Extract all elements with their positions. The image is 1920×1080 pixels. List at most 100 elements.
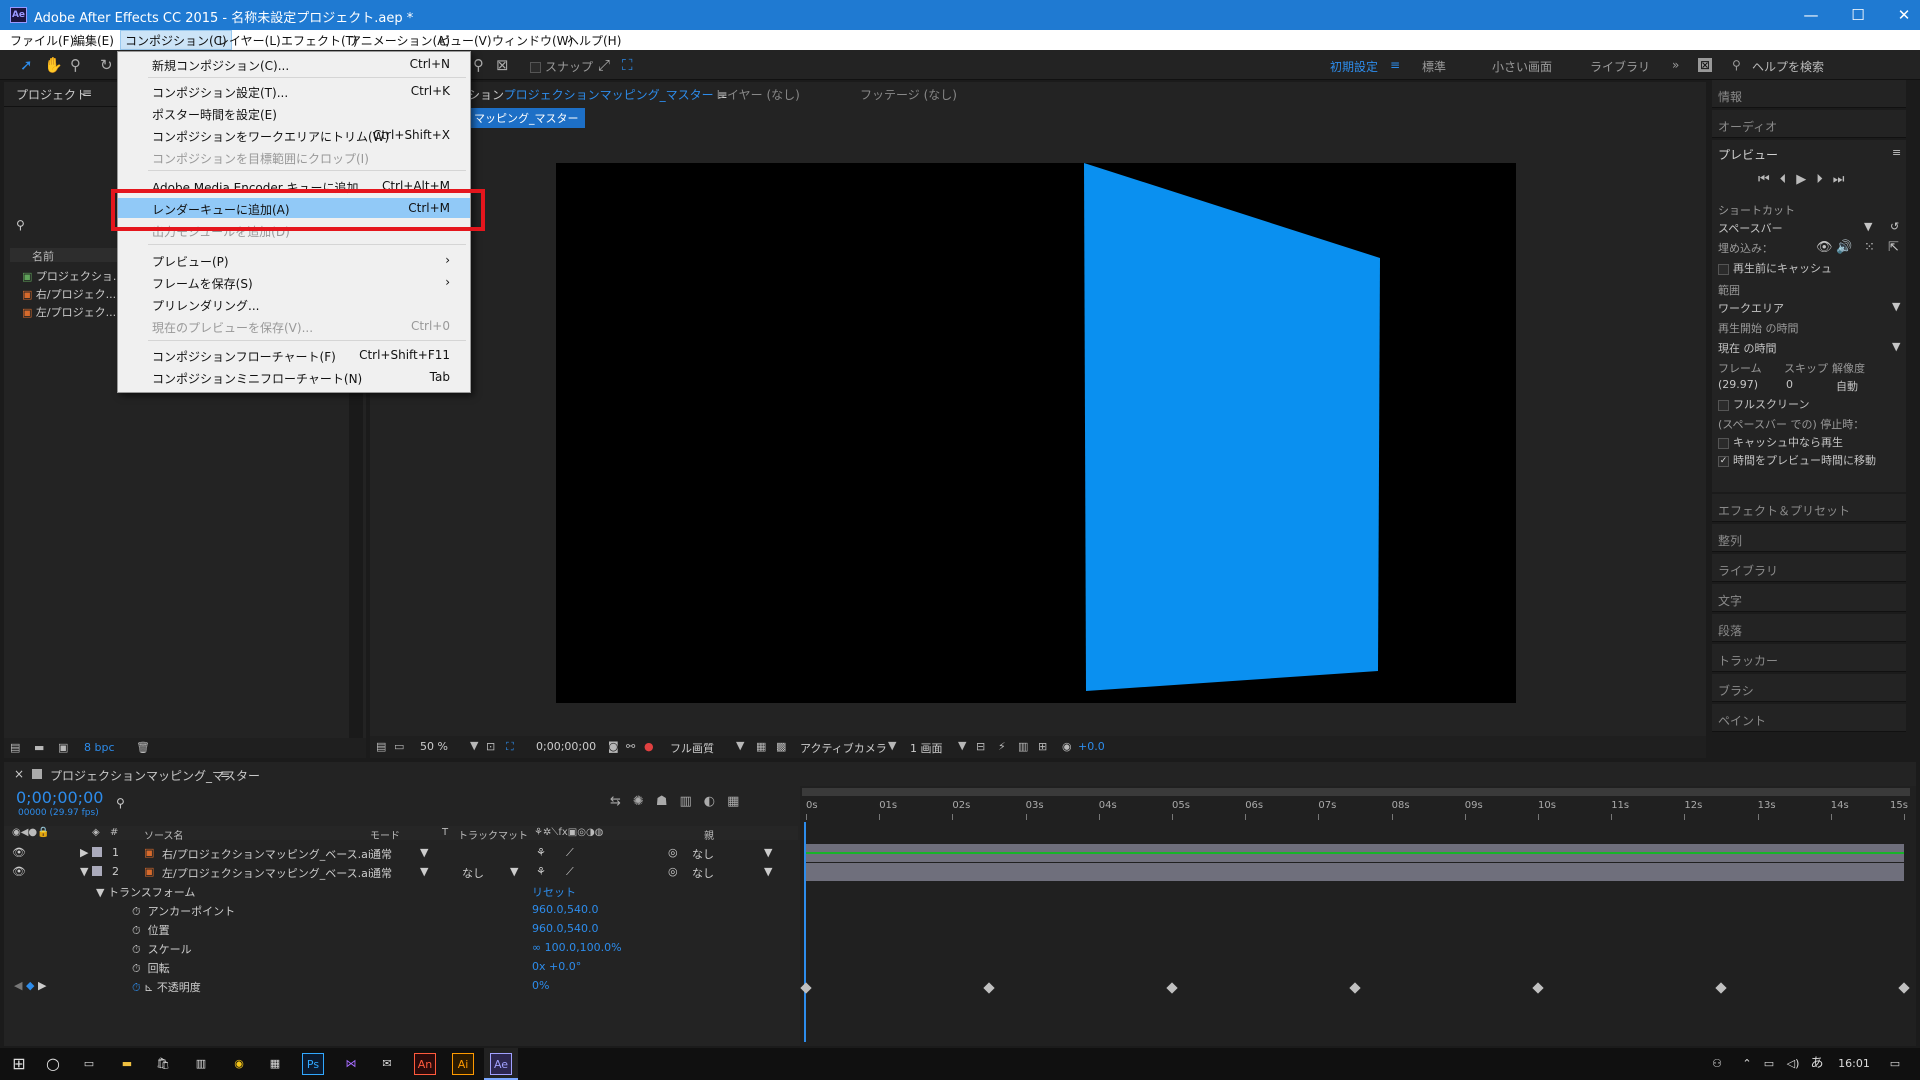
eye-icon[interactable]: 👁 — [12, 846, 26, 859]
timeline-icon[interactable]: ▥ — [1018, 740, 1028, 753]
panel-menu-icon[interactable]: ≡ — [220, 767, 230, 781]
paint-panel[interactable]: ペイント — [1712, 704, 1906, 732]
mode-header[interactable]: モード — [370, 827, 400, 842]
menu-item-poster-time[interactable]: ポスター時間を設定(E) — [118, 103, 470, 123]
maximize-button[interactable]: ☐ — [1843, 4, 1873, 26]
next-frame-icon[interactable]: ⏵ — [1816, 172, 1833, 187]
panel-menu-icon[interactable]: ≡ — [1892, 146, 1901, 159]
selection-tool-icon[interactable]: ➚ — [20, 56, 33, 74]
stopwatch-icon[interactable]: ⏱ — [132, 962, 141, 975]
layer-bar-2[interactable] — [804, 863, 1904, 881]
project-item[interactable]: ▣ プロジェクショ... — [22, 268, 123, 284]
character-panel[interactable]: 文字 — [1712, 584, 1906, 612]
menu-item-mini-flowchart[interactable]: コンポジションミニフローチャート(N) Tab — [118, 367, 470, 387]
preview-panel-title[interactable]: プレビュー — [1718, 146, 1778, 163]
hand-tool-icon[interactable]: ✋ — [44, 56, 63, 74]
libraries-panel[interactable]: ライブラリ — [1712, 554, 1906, 582]
comp-timecode[interactable]: 0;00;00;00 — [536, 740, 596, 753]
photoshop-icon[interactable]: Ps — [302, 1053, 324, 1075]
workspace-default[interactable]: 初期設定 — [1330, 58, 1378, 75]
play-icon[interactable]: ▶ — [1796, 172, 1816, 187]
chevron-down-icon[interactable]: ▼ — [736, 739, 744, 752]
close-button[interactable]: ✕ — [1889, 4, 1919, 26]
move-time-checkbox[interactable]: ✓ — [1718, 455, 1729, 467]
workspace-menu-icon[interactable]: ≡ — [1390, 58, 1400, 72]
snap-checkbox[interactable] — [530, 62, 541, 73]
snap-grid-icon[interactable]: ⛶ — [622, 56, 633, 74]
menu-layer[interactable]: レイヤー(L) — [217, 32, 281, 49]
snapshot-icon[interactable]: ◙ — [608, 740, 619, 753]
eye-icon[interactable]: 👁 — [12, 865, 26, 878]
layer-name[interactable]: 右/プロジェクションマッピング_ベース.ai — [162, 846, 371, 862]
menu-file[interactable]: ファイル(F) — [10, 32, 74, 49]
parent-select[interactable]: なし — [692, 865, 714, 881]
close-tab-icon[interactable]: × — [14, 767, 24, 781]
workspace-more[interactable]: » — [1672, 58, 1679, 72]
prop-row[interactable]: ⏱ ⊾ 不透明度 — [132, 979, 201, 995]
layer-row[interactable]: 👁 ▼ 2 ▣ 左/プロジェクションマッピング_ベース.ai 通常 ▼ なし ▼… — [4, 863, 798, 881]
clock[interactable]: 16:01 — [1834, 1053, 1874, 1075]
fit-icon[interactable]: ⊡ — [486, 740, 495, 753]
draft-3d-icon[interactable]: ✺ — [633, 794, 656, 809]
start-select[interactable]: 現在 の時間 — [1718, 340, 1777, 356]
comp-tab[interactable]: ションプロジェクションマッピング_マスター ≡ — [468, 86, 728, 103]
menu-item-save-frame[interactable]: フレームを保存(S) › — [118, 272, 470, 292]
transparency-grid-icon[interactable]: ▦ — [756, 740, 766, 753]
chevron-down-icon[interactable]: ▼ — [420, 846, 428, 859]
show-snapshot-icon[interactable]: ⚯ — [626, 740, 635, 753]
prop-value[interactable]: 960.0,540.0 — [532, 903, 598, 916]
parent-header[interactable]: 親 — [704, 827, 714, 842]
add-keyframe-icon[interactable]: ◆ — [26, 979, 34, 992]
first-frame-icon[interactable]: ⏮ — [1758, 172, 1780, 187]
prop-value[interactable]: 0% — [532, 979, 549, 992]
shy-icon[interactable]: ☗ — [656, 794, 680, 809]
cache-play-checkbox[interactable] — [1718, 437, 1729, 449]
menu-animation[interactable]: アニメーション(A) — [349, 32, 450, 49]
workspace-libraries[interactable]: ライブラリ — [1590, 58, 1650, 75]
audio-panel[interactable]: オーディオ — [1712, 110, 1906, 138]
time-graph[interactable]: 0s 01s 02s 03s 04s 05s 06s 07s 08s 09s 10s 11s 12s 13… — [800, 786, 1916, 1046]
video-toggle-icon[interactable]: 👁 — [1816, 240, 1833, 255]
resolution-select[interactable]: 自動 — [1836, 378, 1858, 394]
cache-before-checkbox[interactable] — [1718, 263, 1729, 275]
info-panel[interactable]: 情報 — [1712, 80, 1906, 108]
stopwatch-icon[interactable]: ⏱ — [132, 981, 141, 994]
effects-presets-panel[interactable]: エフェクト＆プリセット — [1712, 494, 1906, 522]
chevron-down-icon[interactable]: ▼ — [470, 739, 478, 752]
search-icon[interactable]: ⚲ — [16, 218, 25, 232]
stopwatch-icon[interactable]: ⏱ — [132, 924, 141, 937]
app-icon[interactable]: ▥ — [190, 1053, 212, 1075]
prop-row[interactable]: ⏱ スケール — [132, 941, 192, 957]
chevron-down-icon[interactable]: ▼ — [1864, 220, 1872, 233]
snap-option-icon[interactable]: ⤢ — [598, 56, 610, 74]
workspace-small-screen[interactable]: 小さい画面 — [1492, 58, 1552, 75]
task-view-icon[interactable]: ▭ — [78, 1053, 100, 1075]
menu-item-trim-work-area[interactable]: コンポジションをワークエリアにトリム(W) Ctrl+Shift+X — [118, 125, 470, 145]
menu-composition[interactable]: コンポジション(C) — [120, 30, 232, 50]
app-icon[interactable]: ▦ — [264, 1053, 286, 1075]
expand-icon[interactable]: ▶ — [80, 846, 88, 859]
prop-value[interactable]: 0x +0.0° — [532, 960, 581, 973]
menu-window[interactable]: ウィンドウ(W) — [492, 32, 573, 49]
frame-rate-select[interactable]: (29.97) — [1718, 378, 1758, 391]
menu-edit[interactable]: 編集(E) — [73, 32, 114, 49]
chevron-down-icon[interactable]: ▼ — [764, 865, 772, 878]
stopwatch-icon[interactable]: ⏱ — [132, 905, 141, 918]
mask-icon[interactable]: ▩ — [776, 740, 786, 753]
chevron-down-icon[interactable]: ▼ — [510, 865, 518, 878]
ime-indicator[interactable]: あ — [1806, 1053, 1828, 1075]
shortcut-select[interactable]: スペースバー — [1718, 220, 1783, 236]
menu-help[interactable]: ヘルプ(H) — [567, 32, 621, 49]
footage-tab[interactable]: フッテージ (なし) — [860, 86, 957, 103]
prop-value[interactable]: 960.0,540.0 — [532, 922, 598, 935]
flowchart-icon[interactable]: ⊞ — [1038, 740, 1047, 753]
trash-icon[interactable]: 🗑 — [136, 741, 150, 754]
interpret-footage-icon[interactable]: ▤ — [10, 741, 20, 754]
views-select[interactable]: 1 画面 — [910, 740, 943, 756]
notification-icon[interactable]: ▭ — [1884, 1053, 1906, 1075]
keyframe-diamond[interactable] — [1166, 982, 1178, 994]
search-icon[interactable]: ⚲ — [116, 796, 125, 810]
keyframe-diamond[interactable] — [1715, 982, 1727, 994]
quality-icon[interactable]: ⟋ — [566, 846, 574, 860]
prop-row[interactable]: ⏱ 回転 — [132, 960, 170, 976]
